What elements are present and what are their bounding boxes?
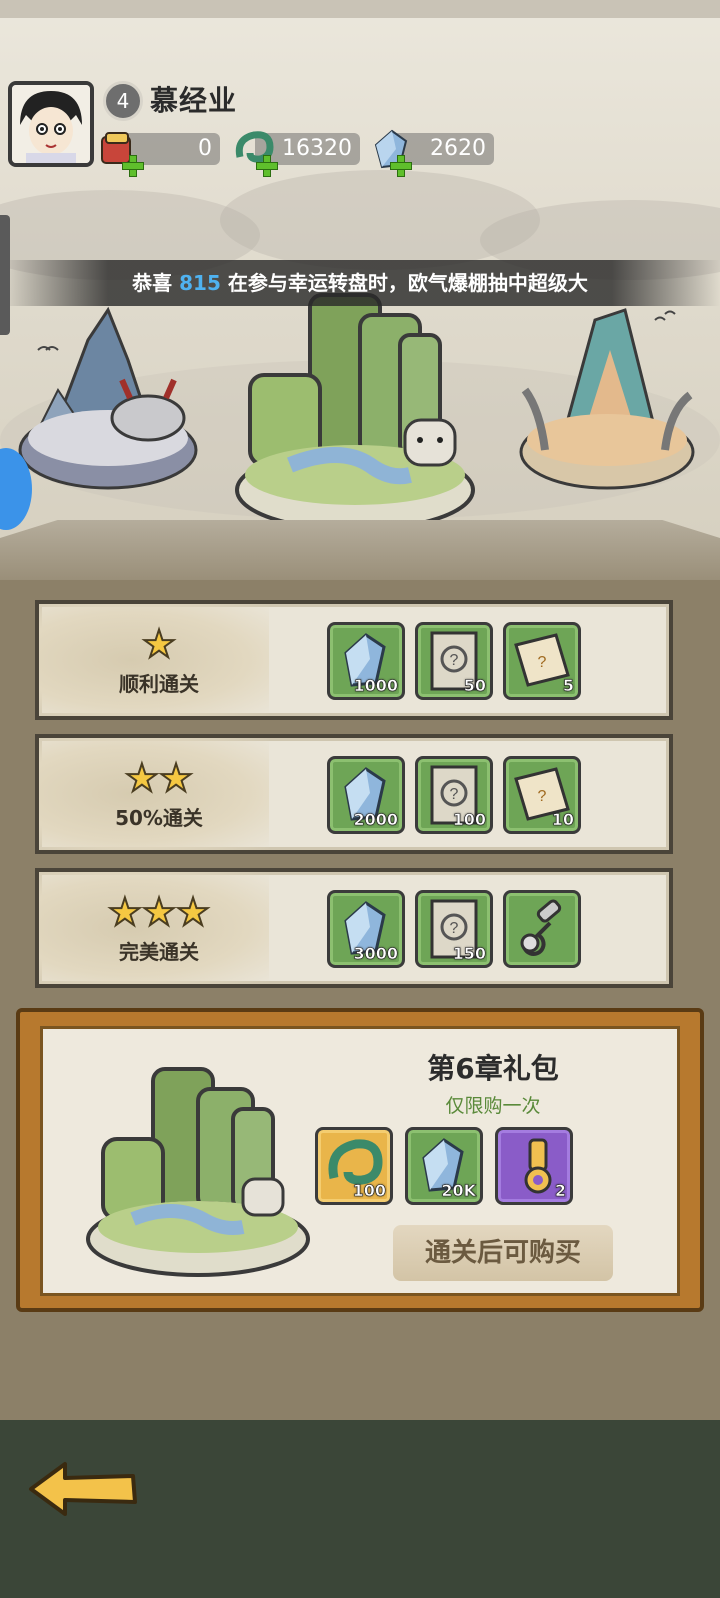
- chapter-gift-pack: 第6章礼包 仅限购一次 100 20K 2 通关后可购买: [16, 1008, 704, 1312]
- gift-island-illustration: [86, 1067, 310, 1277]
- item-count: 20K: [441, 1181, 476, 1201]
- announcement-prefix: 恭喜: [132, 271, 180, 295]
- gift-item-jade[interactable]: 100: [315, 1127, 393, 1205]
- side-tab[interactable]: [0, 215, 10, 335]
- item-count: 1000: [353, 676, 398, 696]
- item-count: 50: [463, 676, 486, 696]
- panel-roof: [0, 520, 720, 580]
- reward-item-card[interactable]: ? 50: [415, 622, 493, 700]
- item-count: 2000: [353, 810, 398, 830]
- avatar[interactable]: [8, 81, 94, 167]
- item-count: 5: [562, 676, 575, 696]
- reward-item-scroll[interactable]: ? 10: [503, 756, 581, 834]
- player-name: 慕经业: [150, 84, 238, 117]
- player-portrait-icon: [12, 85, 90, 163]
- gift-subtitle: 仅限购一次: [445, 1095, 541, 1117]
- gift-inner: 第6章礼包 仅限购一次 100 20K 2 通关后可购买: [40, 1026, 680, 1296]
- svg-text:?: ?: [450, 652, 459, 669]
- item-count: 3000: [353, 944, 398, 964]
- reward-row-3star: ★★★ 完美通关 3000 ? 150: [35, 868, 673, 988]
- key-icon: [520, 899, 562, 956]
- top-bar: [0, 0, 720, 18]
- item-count: 100: [352, 1181, 386, 1201]
- reward-item-key[interactable]: [503, 890, 581, 968]
- gift-item-golden-key[interactable]: 2: [495, 1127, 573, 1205]
- level-badge: 4: [103, 81, 143, 121]
- item-count: 10: [551, 810, 574, 830]
- add-jade-icon[interactable]: [256, 155, 278, 177]
- svg-text:?: ?: [538, 654, 547, 671]
- reward-row-label: 顺利通关: [119, 672, 199, 696]
- reward-row-label: 50%通关: [115, 806, 203, 830]
- reward-row-label: 完美通关: [119, 940, 199, 964]
- svg-text:?: ?: [450, 920, 459, 937]
- add-scroll-icon[interactable]: [122, 155, 144, 177]
- back-arrow-icon[interactable]: [25, 1458, 140, 1520]
- bottom-bar: [0, 1420, 720, 1598]
- gift-title: 第6章礼包: [427, 1052, 559, 1085]
- reward-row-2star: ★★ 50%通关 2000 ? 100 ? 10: [35, 734, 673, 854]
- stage-island-right[interactable]: [515, 300, 700, 500]
- reward-item-crystal[interactable]: 3000: [327, 890, 405, 968]
- announcement-banner: 恭喜 815 在参与幸运转盘时，欧气爆棚抽中超级大: [0, 260, 720, 306]
- reward-item-card[interactable]: ? 150: [415, 890, 493, 968]
- announcement-number: 815: [179, 271, 221, 295]
- item-count: 100: [452, 810, 486, 830]
- reward-item-crystal[interactable]: 1000: [327, 622, 405, 700]
- reward-item-crystal[interactable]: 2000: [327, 756, 405, 834]
- star-rating: ★★★: [107, 890, 211, 934]
- gift-item-crystal[interactable]: 20K: [405, 1127, 483, 1205]
- stage-island-left[interactable]: [18, 300, 198, 500]
- stage-island-center[interactable]: [230, 285, 480, 535]
- svg-text:?: ?: [450, 786, 459, 803]
- reward-row-1star: ★ 顺利通关 1000 ? 50 ? 5: [35, 600, 673, 720]
- reward-item-card[interactable]: ? 100: [415, 756, 493, 834]
- item-count: 150: [452, 944, 486, 964]
- reward-item-scroll[interactable]: ? 5: [503, 622, 581, 700]
- announcement-text: 在参与幸运转盘时，欧气爆棚抽中超级大: [220, 271, 588, 295]
- item-count: 2: [554, 1181, 567, 1201]
- add-crystal-icon[interactable]: [390, 155, 412, 177]
- star-rating: ★★: [124, 756, 194, 800]
- buy-after-clear-button[interactable]: 通关后可购买: [393, 1225, 613, 1281]
- svg-text:?: ?: [538, 788, 547, 805]
- star-rating: ★: [141, 622, 177, 666]
- player-info: 4 慕经业 0 16320 2620: [0, 75, 520, 177]
